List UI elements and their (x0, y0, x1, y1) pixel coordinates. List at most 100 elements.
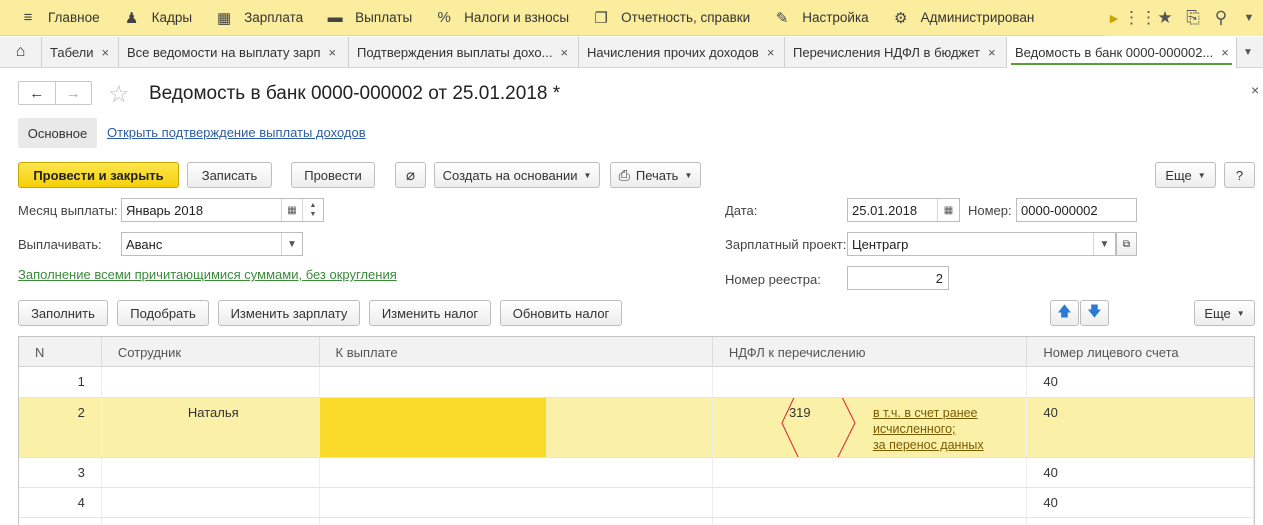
chevron-down-icon[interactable]: ▼ (1093, 233, 1115, 255)
menu-item-payments[interactable]: ▬ Выплаты (315, 0, 424, 36)
column-header-employee[interactable]: Сотрудник (102, 337, 320, 367)
pick-button[interactable]: Подобрать (117, 300, 209, 326)
menu-item-label: Главное (48, 10, 100, 25)
arrow-up-icon: 🡅 (1057, 303, 1072, 319)
more-button[interactable]: Еще ▼ (1155, 162, 1216, 188)
cell-account: 40 (1027, 458, 1254, 487)
fill-mode-link[interactable]: Заполнение всеми причитающимися суммами,… (18, 267, 397, 282)
date-field[interactable]: 25.01.2018 ▦ (847, 198, 960, 222)
tab-timesheets[interactable]: Табели × (42, 37, 119, 67)
favorites-star-icon[interactable]: ★ (1151, 8, 1179, 28)
tab-label: Ведомость в банк 0000-000002... (1015, 45, 1214, 60)
move-up-button[interactable]: 🡅 (1050, 300, 1079, 326)
close-icon[interactable]: × (1221, 45, 1229, 60)
change-salary-button[interactable]: Изменить зарплату (218, 300, 360, 326)
cell-employee (102, 367, 320, 397)
cell-account: 40 (1027, 398, 1254, 457)
number-field[interactable]: 0000-000002 (1016, 198, 1137, 222)
open-icon: ⧉ (1122, 238, 1131, 250)
column-header-account[interactable]: Номер лицевого счета (1027, 337, 1254, 367)
history-icon[interactable]: ⎘ (1179, 8, 1207, 28)
button-label: Подобрать (130, 305, 196, 321)
tab-other-income[interactable]: Начисления прочих доходов × (579, 37, 785, 67)
open-project-button[interactable]: ⧉ (1116, 232, 1137, 256)
menu-scroll-right-icon[interactable]: ▶ (1105, 12, 1123, 25)
fill-button[interactable]: Заполнить (18, 300, 108, 326)
dropdown-arrow-icon: ▼ (1236, 308, 1245, 318)
pay-type-select[interactable]: Аванс ▼ (121, 232, 303, 256)
button-label: Изменить налог (381, 305, 479, 321)
back-arrow-icon[interactable]: ← (19, 82, 56, 104)
post-button[interactable]: Провести (291, 162, 375, 188)
home-tab[interactable]: ⌂ (0, 37, 42, 67)
calculator-icon: ▦ (216, 9, 232, 27)
close-icon[interactable]: × (988, 45, 996, 60)
close-form-icon[interactable]: × (1251, 82, 1259, 98)
tab-ndfl-transfers[interactable]: Перечисления НДФЛ в бюджет × (785, 37, 1007, 67)
table-row[interactable]: 3 40 (19, 458, 1254, 488)
column-header-pay[interactable]: К выплате (320, 337, 713, 367)
move-down-button[interactable]: 🡇 (1080, 300, 1109, 326)
tab-bank-statement[interactable]: Ведомость в банк 0000-000002... × (1007, 37, 1237, 68)
search-icon[interactable]: ⚲ (1207, 8, 1235, 28)
table-row[interactable]: 1 40 (19, 367, 1254, 398)
column-header-n[interactable]: N (19, 337, 102, 367)
menu-item-taxes[interactable]: % Налоги и взносы (424, 0, 581, 36)
chevron-down-icon[interactable]: ▼ (281, 233, 302, 255)
table-more-button[interactable]: Еще ▼ (1194, 300, 1255, 326)
stepper-down-icon[interactable]: ▼ (310, 210, 317, 219)
printer-icon: ⎙ (618, 166, 630, 183)
table-row[interactable]: 4 40 (19, 488, 1254, 518)
close-icon[interactable]: × (560, 45, 568, 60)
button-label: Печать (635, 167, 679, 183)
print-button[interactable]: ⎙ Печать ▼ (610, 162, 701, 188)
tabs-dropdown-icon[interactable]: ▼ (1237, 37, 1259, 67)
menu-item-label: Выплаты (355, 10, 413, 25)
update-tax-button[interactable]: Обновить налог (500, 300, 622, 326)
post-and-close-button[interactable]: Провести и закрыть (18, 162, 179, 188)
salary-project-field[interactable]: Центрагр ▼ (847, 232, 1116, 256)
open-tabs-bar: ⌂ Табели × Все ведомости на выплату зарп… (0, 37, 1263, 68)
menu-item-reports[interactable]: ❐ Отчетность, справки (581, 0, 762, 36)
tab-payment-confirmations[interactable]: Подтверждения выплаты дохо... × (349, 37, 579, 67)
chevron-down-icon[interactable]: ▼ (1235, 12, 1263, 24)
cell-pay (320, 367, 713, 397)
column-header-ndfl[interactable]: НДФЛ к перечислению (713, 337, 1028, 367)
favorite-star-icon[interactable]: ☆ (108, 80, 130, 109)
button-label: Обновить налог (512, 305, 610, 321)
table-row-selected[interactable]: 2 Наталья 319 в т.ч. в счет ранее исчисл… (19, 398, 1254, 458)
date-value: 25.01.2018 (852, 202, 918, 218)
arrow-down-icon: 🡇 (1087, 303, 1102, 319)
month-field[interactable]: Январь 2018 ▦ ▲ ▼ (121, 198, 324, 222)
ndfl-note[interactable]: в т.ч. в счет ранее исчисленного; за пер… (873, 405, 984, 453)
menu-item-main[interactable]: ≡ Главное (0, 0, 112, 36)
apps-grid-icon[interactable]: ⋮⋮ (1123, 8, 1157, 28)
dropdown-arrow-icon: ▼ (684, 170, 693, 180)
open-confirmation-link[interactable]: Открыть подтверждение выплаты доходов (107, 125, 366, 140)
menu-item-salary[interactable]: ▦ Зарплата (204, 0, 315, 36)
save-button[interactable]: Записать (187, 162, 272, 188)
change-tax-button[interactable]: Изменить налог (369, 300, 491, 326)
menu-item-settings[interactable]: ✎ Настройка (762, 0, 880, 36)
tab-all-statements[interactable]: Все ведомости на выплату зарп × (119, 37, 349, 67)
subtab-main[interactable]: Основное (18, 118, 97, 148)
attach-button[interactable]: ⌀ (395, 162, 426, 188)
cell-pay (320, 458, 713, 487)
close-icon[interactable]: × (102, 45, 110, 60)
menu-item-personnel[interactable]: ♟ Кадры (112, 0, 204, 36)
wallet-icon: ▬ (327, 9, 343, 26)
calendar-icon[interactable]: ▦ (937, 199, 959, 221)
month-stepper[interactable]: ▲ ▼ (302, 199, 323, 221)
dropdown-arrow-icon: ▼ (1197, 170, 1206, 180)
close-icon[interactable]: × (767, 45, 775, 60)
home-icon: ⌂ (15, 43, 26, 60)
stepper-up-icon[interactable]: ▲ (310, 201, 317, 210)
help-button[interactable]: ? (1224, 162, 1255, 188)
forward-arrow-icon[interactable]: → (56, 82, 92, 104)
create-based-on-button[interactable]: Создать на основании ▼ (434, 162, 600, 188)
annotation-hexagon (781, 398, 856, 457)
registry-field[interactable]: 2 (847, 266, 949, 290)
close-icon[interactable]: × (329, 45, 337, 60)
calendar-icon[interactable]: ▦ (281, 199, 302, 221)
menu-item-admin[interactable]: ⚙ Администрирован (881, 0, 1047, 36)
